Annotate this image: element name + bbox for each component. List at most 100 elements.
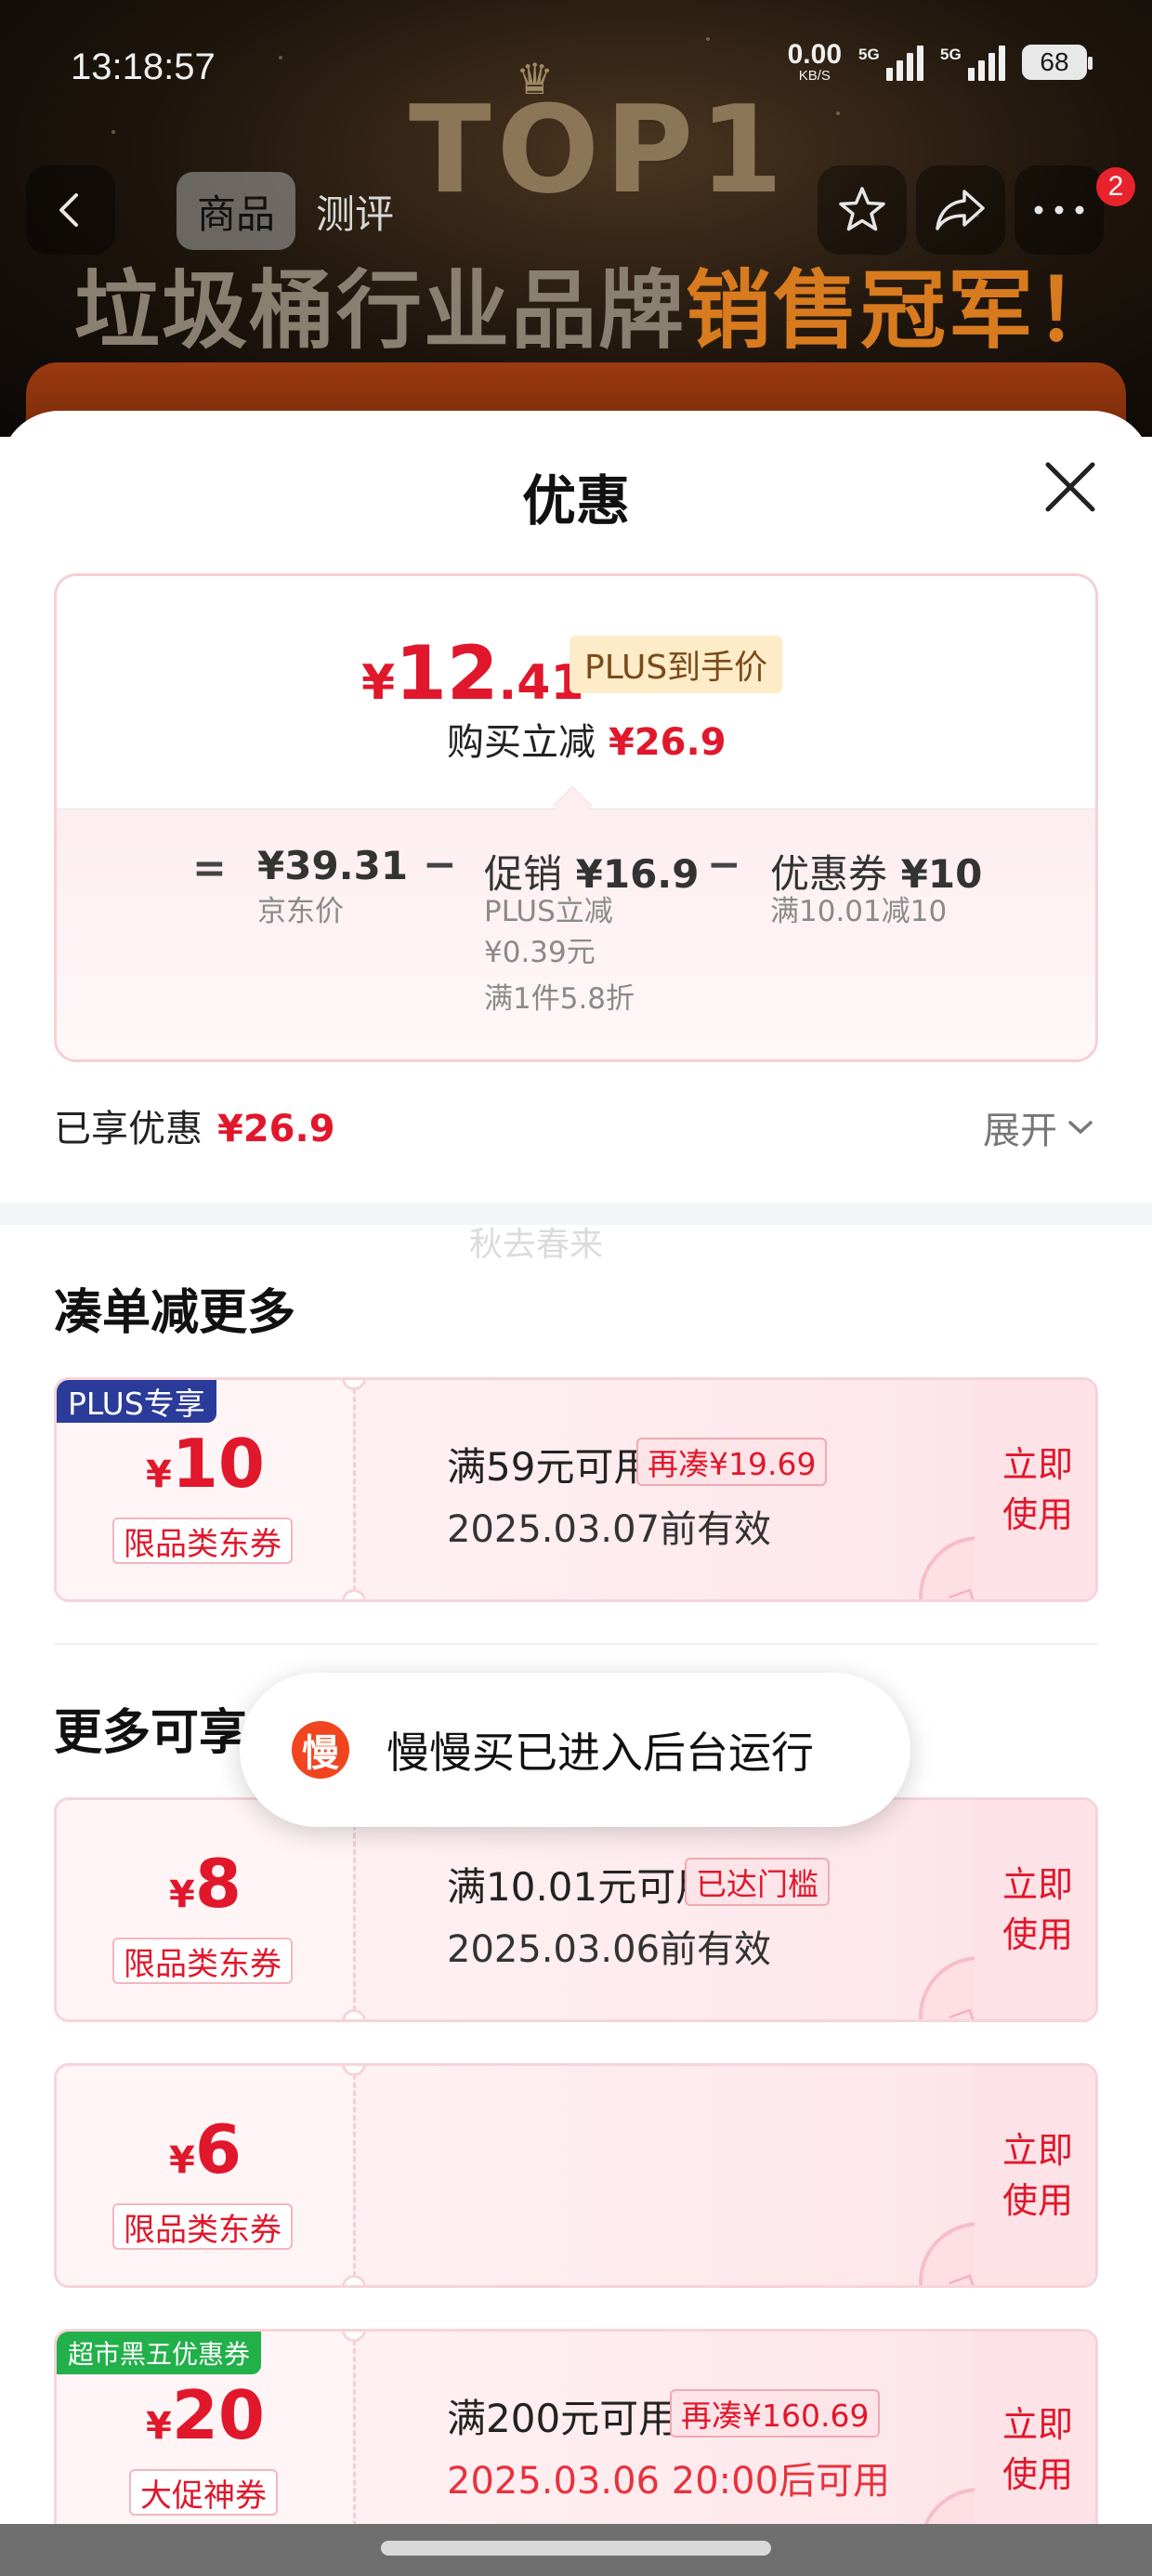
price-breakdown-card: ¥12.41 PLUS到手价 购买立减 ¥26.9 = ¥39.31 京东价 − …: [54, 573, 1098, 1062]
banner-slogan-part2: 销售冠军！: [686, 261, 1123, 361]
promo-note-discount: 满1件5.8折: [484, 982, 635, 1016]
sim1-label: 5G: [858, 45, 880, 63]
battery-icon: 68: [1022, 44, 1093, 80]
use-now-button[interactable]: 立即使用: [975, 1800, 1095, 2019]
use-now-button[interactable]: 立即使用: [975, 2066, 1095, 2285]
coupon-card[interactable]: ¥8 限品类东券 满10.01元可用 已达门槛 2025.03.06前有效 已领…: [54, 1797, 1098, 2022]
coupon-value: ¥6: [57, 2110, 354, 2188]
coupon-currency: ¥: [145, 1453, 172, 1496]
coupon-currency: ¥: [145, 2405, 172, 2448]
enjoyed-label: 已享优惠: [54, 1108, 203, 1150]
enjoyed-discount: 已享优惠 ¥26.9: [54, 1098, 335, 1152]
coupon-type: 限品类东券: [112, 2203, 293, 2250]
coupon-amount-number: 8: [194, 1845, 242, 1923]
coupon-amount-number: 20: [171, 2376, 266, 2454]
back-button[interactable]: [26, 165, 115, 255]
plus-price-tag: PLUS到手价: [569, 636, 783, 693]
coupon-label: 优惠券: [770, 851, 888, 897]
share-icon: [936, 190, 985, 230]
minus-sign-1: −: [423, 841, 457, 888]
promo-value: ¥16.9: [575, 851, 700, 897]
home-indicator[interactable]: [381, 2541, 771, 2556]
promo-note-amount: ¥0.39元: [484, 936, 596, 969]
background-running-toast: 慢 慢慢买已进入后台运行: [240, 1673, 910, 1827]
tab-review[interactable]: 测评: [295, 172, 414, 250]
final-price-integer: 12: [395, 630, 499, 716]
instant-reduce: 购买立减 ¥26.9: [447, 712, 727, 766]
more-button[interactable]: [1015, 165, 1104, 255]
signal-icon-sim2: 5G: [940, 44, 1005, 81]
coupon-status-tag: 再凑¥19.69: [636, 1438, 828, 1486]
discount-sheet: 优惠 ¥12.41 PLUS到手价 购买立减 ¥26.9 = ¥39.31 京东价…: [0, 411, 1152, 2576]
use-now-label: 立即使用: [1001, 1444, 1073, 1535]
banner-top1-text: TOP1: [409, 79, 789, 220]
nav-tabs: 商品 测评: [177, 169, 414, 253]
coupon-value: ¥10: [900, 851, 983, 897]
coupon-status-tag: 再凑¥160.69: [670, 2389, 881, 2438]
coupon-condition: 满59元可用: [447, 1444, 653, 1490]
star-icon: [839, 187, 885, 231]
promo-label: 促销: [484, 851, 563, 897]
coupon-currency: ¥: [169, 2139, 195, 2182]
message-badge: 2: [1096, 167, 1135, 206]
status-icons: 0.00 KB/S 5G 5G 68: [787, 39, 1093, 84]
use-now-label: 立即使用: [1001, 2130, 1073, 2221]
section-title-more-items: 凑单减更多: [54, 1285, 296, 1341]
share-button[interactable]: [916, 165, 1005, 255]
close-button[interactable]: [1042, 459, 1098, 515]
back-icon: [59, 193, 78, 227]
sheet-title: 优惠: [521, 469, 630, 532]
battery-level: 68: [1040, 46, 1069, 76]
minus-sign-2: −: [707, 841, 741, 888]
watermark: 秋去春来: [469, 1226, 604, 1264]
promo-note-plus: PLUS立减: [484, 895, 613, 928]
toast-message: 慢慢买已进入后台运行: [386, 1728, 814, 1778]
tab-product[interactable]: 商品: [177, 172, 296, 250]
favorite-button[interactable]: [818, 165, 907, 255]
coupon-condition: 满200元可用: [447, 2396, 678, 2441]
coupon-validity: 2025.03.06 20:00后可用: [447, 2460, 891, 2503]
coupon-validity: 2025.03.06前有效: [447, 1928, 772, 1971]
use-now-label: 立即使用: [1001, 1864, 1073, 1955]
coupon-card[interactable]: ¥6 限品类东券 已领 立即使用: [54, 2063, 1098, 2288]
expand-button[interactable]: 展开: [983, 1100, 1094, 1154]
manmanmai-app-icon: 慢: [292, 1721, 349, 1779]
final-price-currency: ¥: [361, 655, 396, 711]
signal-icon-sim1: 5G: [858, 44, 923, 81]
coupon-value: ¥10: [57, 1425, 354, 1503]
coupon-status-tag: 已达门槛: [685, 1858, 830, 1906]
coupon-note: 满10.01减10: [770, 895, 948, 928]
coupon-condition: 满10.01元可用: [447, 1864, 715, 1910]
use-now-button[interactable]: 立即使用: [975, 1380, 1095, 1599]
divider-line: [54, 1643, 1098, 1645]
coupon-value: ¥8: [57, 1845, 354, 1923]
sim2-label: 5G: [940, 45, 962, 63]
coupon-amount-number: 6: [194, 2110, 242, 2188]
enjoyed-value: ¥26.9: [217, 1108, 335, 1150]
banner-slogan: 垃圾桶行业品牌销售冠军！: [74, 242, 1122, 365]
base-price: ¥39.31: [257, 843, 409, 888]
coupon-validity: 2025.03.07前有效: [447, 1508, 772, 1551]
instant-reduce-label: 购买立减: [447, 721, 596, 764]
coupon-currency: ¥: [169, 1873, 195, 1916]
chevron-down-icon: [1068, 1121, 1093, 1135]
supermarket-coupon-tag: 超市黑五优惠券: [57, 2332, 262, 2374]
coupon-amount-number: 10: [171, 1425, 266, 1503]
use-now-label: 立即使用: [1001, 2404, 1073, 2495]
network-speed-value: 0.00: [787, 39, 842, 70]
network-speed: 0.00 KB/S: [787, 39, 842, 84]
coupon-card[interactable]: PLUS专享 ¥10 限品类东券 满59元可用 再凑¥19.69 2025.03…: [54, 1377, 1098, 1602]
equals-sign: =: [192, 845, 227, 892]
instant-reduce-value: ¥26.9: [609, 721, 727, 764]
banner-slogan-part1: 垃圾桶行业品牌: [74, 261, 687, 361]
more-icon: [1034, 205, 1084, 215]
plus-exclusive-tag: PLUS专享: [57, 1380, 216, 1423]
coupon-value: ¥20: [57, 2376, 354, 2454]
base-price-label: 京东价: [257, 895, 344, 928]
network-speed-unit: KB/S: [798, 68, 831, 84]
coupon-type: 限品类东券: [112, 1518, 293, 1564]
coupon-type: 限品类东券: [112, 1938, 293, 1984]
coupon-type: 大促神券: [129, 2469, 278, 2516]
close-icon: [1045, 462, 1095, 512]
final-price: ¥12.41: [361, 630, 584, 716]
